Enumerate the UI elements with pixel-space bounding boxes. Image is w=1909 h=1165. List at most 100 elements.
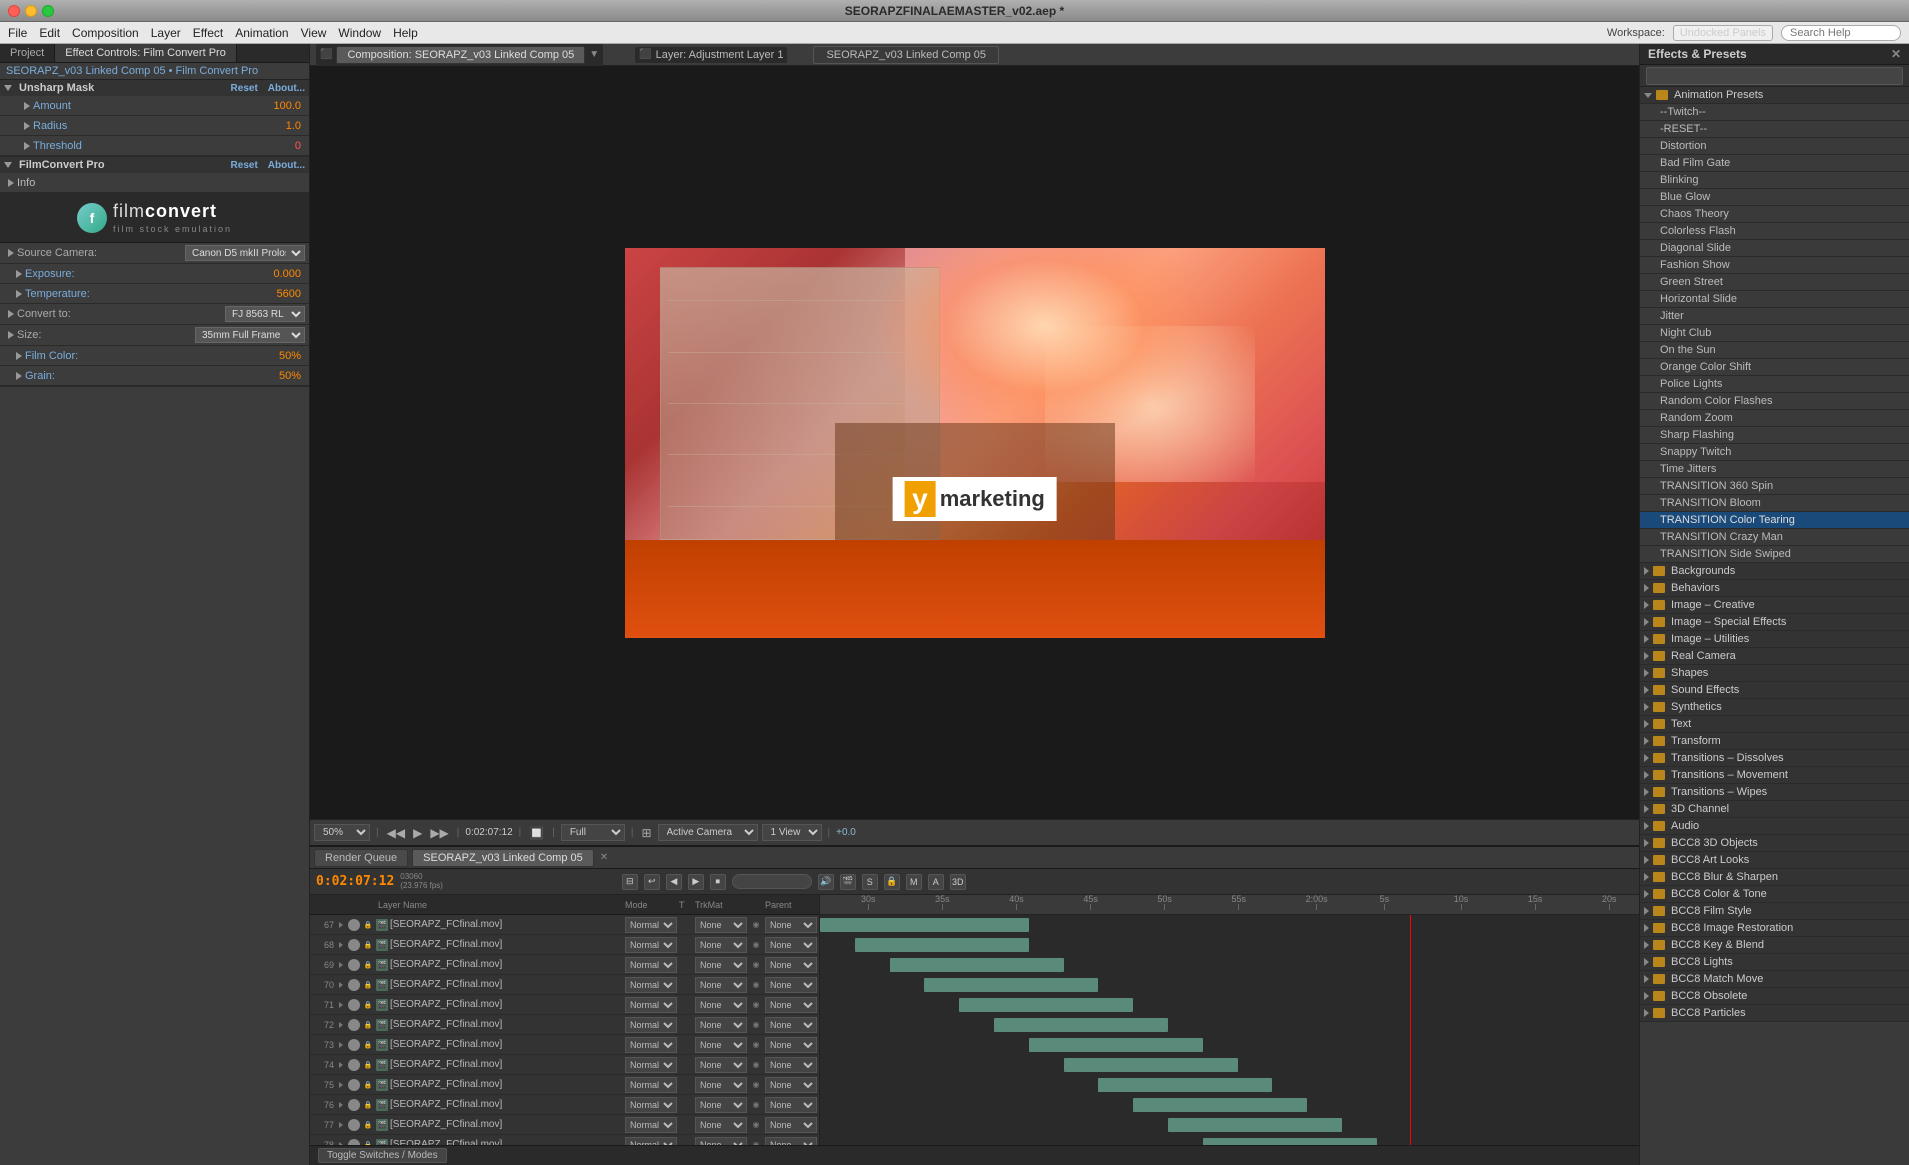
- search-help-input[interactable]: [1781, 25, 1901, 41]
- track-bar-76[interactable]: [1133, 1098, 1307, 1112]
- menu-item-effect[interactable]: Effect: [193, 26, 223, 40]
- layer-parent-select-77[interactable]: None: [765, 1117, 817, 1133]
- layer-trkmat-select-71[interactable]: None: [695, 997, 747, 1013]
- layer-mode-select-78[interactable]: Normal: [625, 1137, 677, 1146]
- layer-expand-76[interactable]: [336, 1100, 346, 1110]
- filmconvert-reset[interactable]: Reset: [231, 160, 258, 171]
- effects-item-0-17[interactable]: Random Color Flashes: [1640, 393, 1909, 410]
- track-bar-78[interactable]: [1203, 1138, 1377, 1145]
- layer-lock-68[interactable]: 🔒: [362, 939, 374, 951]
- layer-parent-select-68[interactable]: None: [765, 937, 817, 953]
- layer-mode-select-69[interactable]: Normal: [625, 957, 677, 973]
- effects-section-header-26[interactable]: BCC8 Obsolete: [1640, 988, 1909, 1005]
- comp-tab-main[interactable]: Composition: SEORAPZ_v03 Linked Comp 05: [336, 46, 585, 64]
- effects-item-0-3[interactable]: Bad Film Gate: [1640, 155, 1909, 172]
- menu-item-animation[interactable]: Animation: [235, 26, 288, 40]
- layer-mode-select-74[interactable]: Normal: [625, 1057, 677, 1073]
- effects-section-header-8[interactable]: Sound Effects: [1640, 682, 1909, 699]
- layer-solo-71[interactable]: ◉: [749, 999, 763, 1011]
- effects-item-0-11[interactable]: Horizontal Slide: [1640, 291, 1909, 308]
- effects-section-header-18[interactable]: BCC8 Art Looks: [1640, 852, 1909, 869]
- layer-lock-72[interactable]: 🔒: [362, 1019, 374, 1031]
- layer-trkmat-select-67[interactable]: None: [695, 917, 747, 933]
- effects-section-header-25[interactable]: BCC8 Match Move: [1640, 971, 1909, 988]
- timeline-btn-7[interactable]: 🎬: [840, 874, 856, 890]
- layer-mode-select-73[interactable]: Normal: [625, 1037, 677, 1053]
- layer-solo-72[interactable]: ◉: [749, 1019, 763, 1031]
- effects-item-0-4[interactable]: Blinking: [1640, 172, 1909, 189]
- menu-item-window[interactable]: Window: [338, 26, 381, 40]
- unsharp-mask-reset[interactable]: Reset: [231, 83, 258, 94]
- effects-item-0-22[interactable]: TRANSITION 360 Spin: [1640, 478, 1909, 495]
- layer-parent-select-72[interactable]: None: [765, 1017, 817, 1033]
- layer-mode-select-71[interactable]: Normal: [625, 997, 677, 1013]
- layer-eye-77[interactable]: [348, 1119, 360, 1131]
- close-button[interactable]: [8, 5, 20, 17]
- effects-item-0-26[interactable]: TRANSITION Side Swiped: [1640, 546, 1909, 563]
- maximize-button[interactable]: [42, 5, 54, 17]
- layer-lock-70[interactable]: 🔒: [362, 979, 374, 991]
- layer-expand-74[interactable]: [336, 1060, 346, 1070]
- layer-eye-69[interactable]: [348, 959, 360, 971]
- exposure-value[interactable]: 0.000: [273, 268, 301, 280]
- layer-expand-72[interactable]: [336, 1020, 346, 1030]
- track-bar-67[interactable]: [820, 918, 1029, 932]
- effects-section-header-9[interactable]: Synthetics: [1640, 699, 1909, 716]
- layer-trkmat-select-72[interactable]: None: [695, 1017, 747, 1033]
- timeline-lock-btn[interactable]: 🔒: [884, 874, 900, 890]
- layer-eye-71[interactable]: [348, 999, 360, 1011]
- effects-item-0-24[interactable]: TRANSITION Color Tearing: [1640, 512, 1909, 529]
- track-bar-77[interactable]: [1168, 1118, 1342, 1132]
- effects-section-header-12[interactable]: Transitions – Dissolves: [1640, 750, 1909, 767]
- effects-item-0-5[interactable]: Blue Glow: [1640, 189, 1909, 206]
- effects-section-header-19[interactable]: BCC8 Blur & Sharpen: [1640, 869, 1909, 886]
- effects-section-header-6[interactable]: Real Camera: [1640, 648, 1909, 665]
- unsharp-mask-header[interactable]: Unsharp Mask Reset About...: [0, 80, 309, 96]
- layer-mode-select-68[interactable]: Normal: [625, 937, 677, 953]
- prev-frame-btn[interactable]: ◀◀: [385, 826, 407, 840]
- timeline-btn-3[interactable]: ◀: [666, 874, 682, 890]
- preview-ram-btn[interactable]: 🔲: [527, 826, 546, 840]
- effects-item-0-13[interactable]: Night Club: [1640, 325, 1909, 342]
- convert-to-dropdown[interactable]: FJ 8563 RL: [225, 306, 305, 322]
- timeline-btn-5[interactable]: ⏹: [710, 874, 726, 890]
- effects-item-0-21[interactable]: Time Jitters: [1640, 461, 1909, 478]
- film-color-value[interactable]: 50%: [279, 350, 301, 362]
- layer-parent-select-71[interactable]: None: [765, 997, 817, 1013]
- menu-item-help[interactable]: Help: [393, 26, 418, 40]
- timeline-timecode[interactable]: 0:02:07:12: [316, 874, 394, 889]
- preview-viewport[interactable]: y marketing: [625, 248, 1325, 638]
- track-bar-68[interactable]: [855, 938, 1029, 952]
- layer-solo-74[interactable]: ◉: [749, 1059, 763, 1071]
- layer-trkmat-select-69[interactable]: None: [695, 957, 747, 973]
- size-dropdown[interactable]: 35mm Full Frame: [195, 327, 305, 343]
- effects-item-0-10[interactable]: Green Street: [1640, 274, 1909, 291]
- layer-mode-select-77[interactable]: Normal: [625, 1117, 677, 1133]
- effects-section-header-2[interactable]: Behaviors: [1640, 580, 1909, 597]
- layer-mode-select-75[interactable]: Normal: [625, 1077, 677, 1093]
- effects-item-0-12[interactable]: Jitter: [1640, 308, 1909, 325]
- effects-item-0-0[interactable]: --Twitch--: [1640, 104, 1909, 121]
- layer-trkmat-select-70[interactable]: None: [695, 977, 747, 993]
- layer-expand-68[interactable]: [336, 940, 346, 950]
- effects-presets-search-input[interactable]: [1646, 67, 1903, 85]
- layer-solo-70[interactable]: ◉: [749, 979, 763, 991]
- layer-parent-select-75[interactable]: None: [765, 1077, 817, 1093]
- comp-tab-label[interactable]: SEORAPZ_v03 Linked Comp 05: [826, 49, 986, 61]
- track-bar-74[interactable]: [1064, 1058, 1238, 1072]
- track-bar-75[interactable]: [1098, 1078, 1272, 1092]
- threshold-value[interactable]: 0: [295, 140, 301, 152]
- effects-section-header-13[interactable]: Transitions – Movement: [1640, 767, 1909, 784]
- layer-eye-67[interactable]: [348, 919, 360, 931]
- layer-solo-69[interactable]: ◉: [749, 959, 763, 971]
- layer-eye-74[interactable]: [348, 1059, 360, 1071]
- layer-solo-76[interactable]: ◉: [749, 1099, 763, 1111]
- layer-lock-77[interactable]: 🔒: [362, 1119, 374, 1131]
- layer-expand-75[interactable]: [336, 1080, 346, 1090]
- effects-section-header-10[interactable]: Text: [1640, 716, 1909, 733]
- layer-parent-select-74[interactable]: None: [765, 1057, 817, 1073]
- layer-lock-69[interactable]: 🔒: [362, 959, 374, 971]
- timeline-btn-1[interactable]: ⊟: [622, 874, 638, 890]
- radius-value[interactable]: 1.0: [286, 120, 301, 132]
- timeline-3d-btn[interactable]: 3D: [950, 874, 966, 890]
